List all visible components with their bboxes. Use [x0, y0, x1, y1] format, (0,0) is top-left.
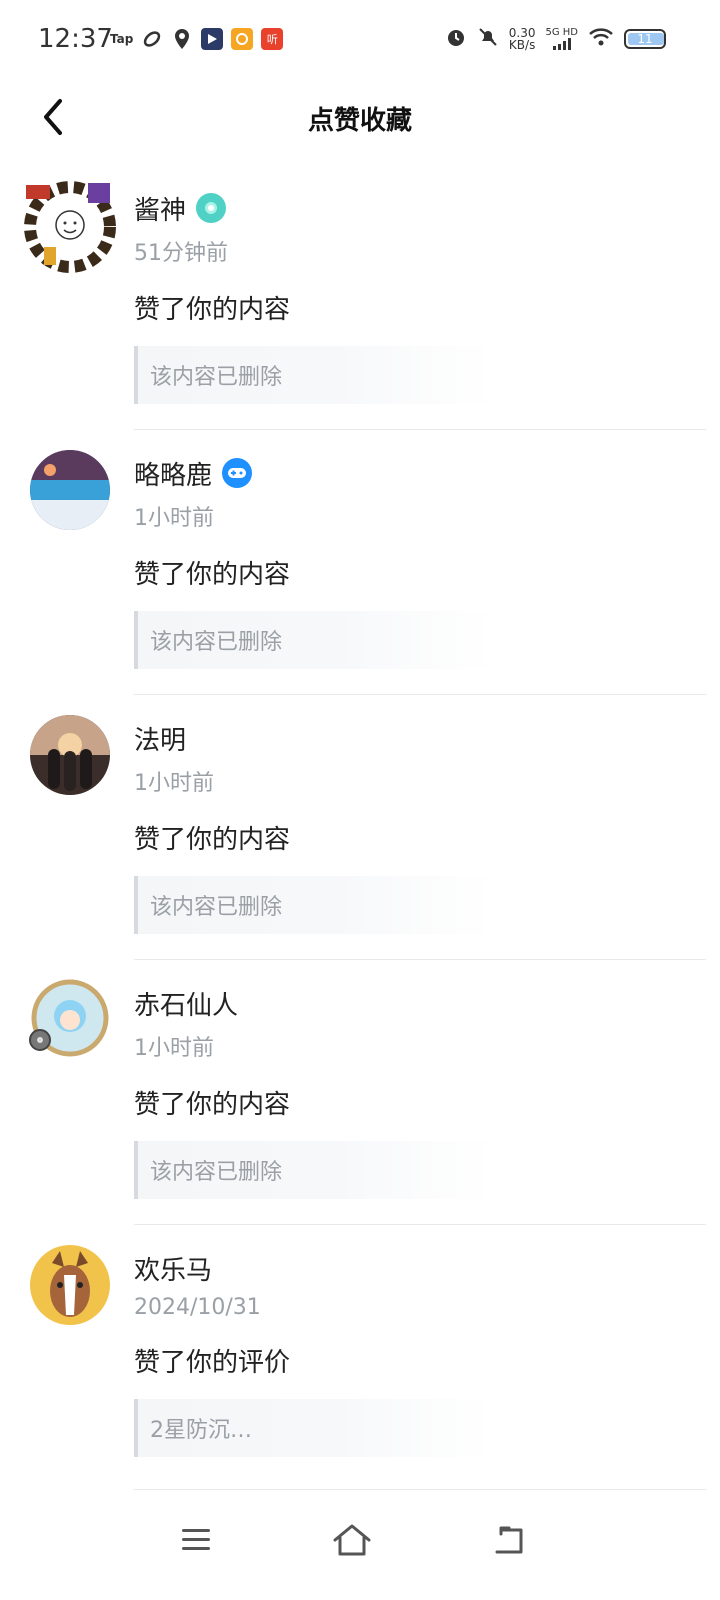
avatar[interactable] [30, 1245, 110, 1325]
home-icon [333, 1524, 371, 1556]
list-item[interactable]: 略略鹿 1小时前 赞了你的内容 该内容已删除 [0, 430, 720, 695]
status-time: 12:37 [38, 24, 113, 54]
status-bar: 12:37 Tap 听 0.30 KB/s 5G HD 11 [0, 0, 720, 84]
home-button[interactable] [322, 1510, 382, 1570]
listen-app-icon: 听 [261, 28, 284, 50]
item-content: 略略鹿 1小时前 赞了你的内容 该内容已删除 [134, 454, 706, 669]
avatar[interactable] [30, 715, 110, 795]
alarm-icon [445, 26, 467, 52]
quoted-content[interactable]: 该内容已删除 [134, 346, 494, 404]
wifi-icon [588, 27, 614, 51]
item-content: 赤石仙人 1小时前 赞了你的内容 该内容已删除 [134, 984, 706, 1199]
taptap-icon: Tap [110, 32, 134, 46]
avatar[interactable] [24, 976, 112, 1064]
page-title: 点赞收藏 [307, 106, 412, 136]
menu-icon [182, 1529, 210, 1550]
notification-icons: Tap 听 [110, 28, 284, 50]
mute-icon [477, 26, 499, 52]
quoted-content[interactable]: 该内容已删除 [134, 1141, 494, 1199]
battery-icon: 11 [624, 29, 666, 49]
network-speed: 0.30 KB/s [508, 26, 536, 52]
avatar[interactable] [30, 450, 110, 530]
item-time: 2024/10/31 [134, 1295, 261, 1320]
item-action: 赞了你的内容 [134, 825, 291, 855]
teal-badge-icon [196, 193, 227, 223]
return-icon [495, 1526, 523, 1554]
item-time: 51分钟前 [134, 241, 228, 266]
avatar[interactable] [24, 181, 116, 273]
camera-app-icon [231, 28, 254, 50]
list-item[interactable]: 欢乐马 2024/10/31 赞了你的评价 2星防沉… [0, 1225, 720, 1490]
list-item[interactable]: 法明 1小时前 赞了你的内容 该内容已删除 [0, 695, 720, 960]
menu-button[interactable] [166, 1510, 226, 1570]
item-action: 赞了你的评价 [134, 1348, 291, 1378]
item-time: 1小时前 [134, 506, 214, 531]
list-item[interactable]: 酱神 51分钟前 赞了你的内容 该内容已删除 [0, 165, 720, 430]
item-content: 法明 1小时前 赞了你的内容 该内容已删除 [134, 719, 706, 934]
item-action: 赞了你的内容 [134, 560, 291, 590]
battery-level: 11 [637, 32, 653, 46]
user-name[interactable]: 赤石仙人 [134, 985, 238, 1022]
list-item[interactable]: 赤石仙人 1小时前 赞了你的内容 该内容已删除 [0, 960, 720, 1225]
item-action: 赞了你的内容 [134, 295, 291, 325]
header: 点赞收藏 [0, 84, 720, 152]
quoted-content[interactable]: 2星防沉… [134, 1399, 494, 1457]
quoted-content[interactable]: 该内容已删除 [134, 611, 494, 669]
user-name[interactable]: 酱神 [134, 190, 186, 227]
item-time: 1小时前 [134, 771, 214, 796]
item-content: 欢乐马 2024/10/31 赞了你的评价 2星防沉… [134, 1249, 706, 1457]
likes-list: 酱神 51分钟前 赞了你的内容 该内容已删除 略略鹿 1小时前 赞了你的内容 该… [0, 165, 720, 1490]
location-icon [171, 28, 193, 50]
system-nav-bar [0, 1488, 720, 1600]
item-time: 1小时前 [134, 1036, 214, 1061]
video-app-icon [201, 28, 224, 50]
back-nav-button[interactable] [480, 1510, 540, 1570]
item-action: 赞了你的内容 [134, 1090, 291, 1120]
user-name[interactable]: 欢乐马 [134, 1250, 212, 1287]
user-name[interactable]: 法明 [134, 720, 186, 757]
item-content: 酱神 51分钟前 赞了你的内容 该内容已删除 [134, 189, 706, 404]
user-name[interactable]: 略略鹿 [134, 455, 212, 492]
signal-icon: 5G HD [545, 28, 578, 50]
gamepad-badge-icon [222, 458, 253, 488]
link-icon [141, 28, 163, 50]
quoted-content[interactable]: 该内容已删除 [134, 876, 494, 934]
status-right: 0.30 KB/s 5G HD 11 [445, 26, 666, 52]
